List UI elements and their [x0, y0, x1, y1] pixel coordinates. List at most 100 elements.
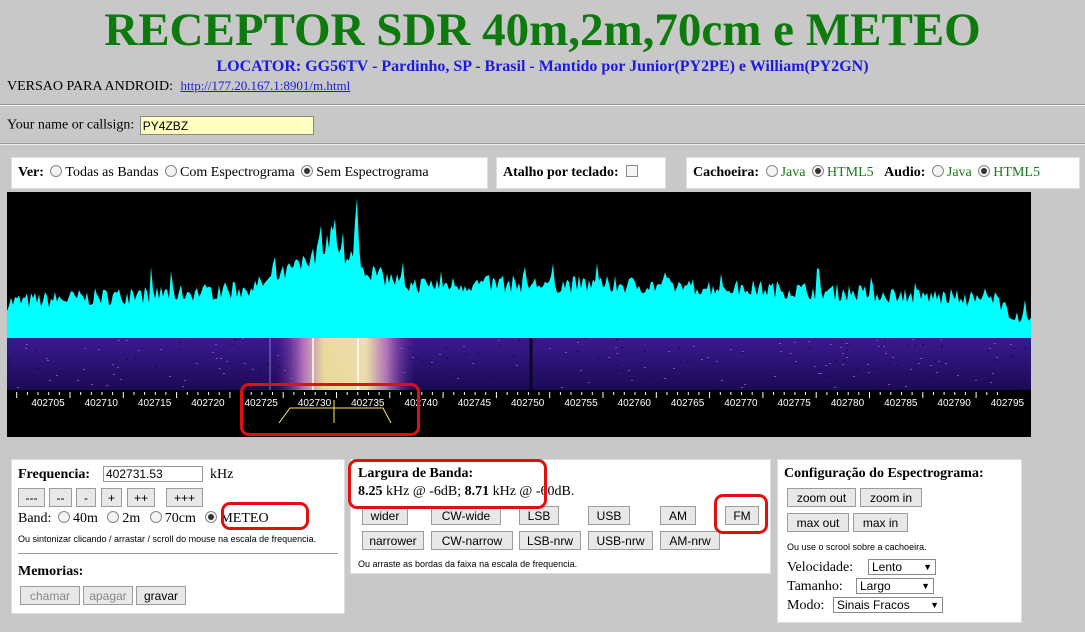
zoom-out-button[interactable]: zoom out [787, 488, 856, 507]
step-down-3-button[interactable]: --- [18, 488, 45, 507]
view-radio-with-spectrogram[interactable] [165, 165, 178, 177]
waterfall-pixel [868, 372, 870, 373]
waterfall-radio-java[interactable] [765, 165, 778, 177]
waterfall-pixel [477, 353, 479, 354]
waterfall-pixel [681, 381, 683, 382]
chevron-down-icon: ▼ [921, 581, 930, 591]
waterfall-pixel [873, 383, 875, 384]
waterfall-radio-html5[interactable] [811, 165, 824, 177]
waterfall-pixel [196, 363, 198, 364]
scale-label: 402770 [724, 398, 758, 409]
band-radio-2m[interactable] [107, 511, 120, 523]
waterfall-option-html5: HTML5 [826, 165, 874, 180]
band-radio-meteo[interactable] [205, 511, 218, 523]
waterfall-pixel [951, 378, 953, 379]
max-out-button[interactable]: max out [787, 513, 849, 532]
waterfall-pixel [212, 352, 214, 353]
mode-am-nrw-button[interactable]: AM-nrw [660, 531, 720, 550]
scale-label: 402720 [191, 398, 225, 409]
zoom-in-button[interactable]: zoom in [860, 488, 922, 507]
waterfall-pixel [588, 382, 590, 383]
frequency-hint: Ou sintonizar clicando / arrastar / scro… [18, 534, 317, 544]
waterfall-pixel [120, 379, 122, 380]
waterfall-pixel [735, 379, 737, 380]
waterfall-pixel [216, 358, 218, 359]
waterfall-pixel [874, 368, 876, 369]
waterfall-pixel [846, 350, 848, 351]
mode-usb-button[interactable]: USB [588, 506, 630, 525]
scale-label: 402745 [458, 398, 492, 409]
mode-select[interactable]: Sinais Fracos ▼ [833, 597, 943, 613]
waterfall-pixel [835, 360, 837, 361]
band-radio-70cm[interactable] [149, 511, 162, 523]
view-radio-no-spectrogram[interactable] [301, 165, 314, 177]
shortcut-label: Atalho por teclado: [503, 165, 619, 180]
mode-value: Sinais Fracos [837, 598, 910, 612]
speed-select[interactable]: Lento ▼ [868, 559, 936, 575]
mode-narrower-button[interactable]: narrower [362, 531, 424, 550]
waterfall-pixel [138, 350, 140, 351]
audio-radio-java[interactable] [931, 165, 944, 177]
waterfall-pixel [989, 348, 991, 349]
waterfall-pixel [795, 361, 797, 362]
waterfall-pixel [117, 367, 119, 368]
mode-am-button[interactable]: AM [660, 506, 696, 525]
mode-lsb-nrw-button[interactable]: LSB-nrw [519, 531, 581, 550]
waterfall-pixel [808, 341, 810, 342]
spectrum-display[interactable]: 402705 402710 402715 402720 402725 402730 4027… [7, 192, 1031, 437]
band-radio-40m[interactable] [57, 511, 70, 523]
android-link[interactable]: http://177.20.167.1:8901/m.html [180, 78, 350, 93]
memory-call-button[interactable]: chamar [20, 586, 80, 605]
mode-usb-nrw-button[interactable]: USB-nrw [588, 531, 653, 550]
waterfall-pixel [134, 358, 136, 359]
waterfall-area[interactable] [7, 338, 1031, 390]
waterfall-pixel [780, 351, 782, 352]
waterfall-pixel [577, 351, 579, 352]
mode-cw-narrow-button[interactable]: CW-narrow [431, 531, 513, 550]
waterfall-pixel [106, 385, 108, 386]
waterfall-pixel [462, 387, 464, 388]
waterfall-pixel [992, 373, 994, 374]
scale-label: 402780 [831, 398, 865, 409]
frequency-unit: kHz [210, 467, 234, 482]
waterfall-pixel [516, 365, 518, 366]
waterfall-pixel [1010, 374, 1012, 375]
chevron-down-icon: ▼ [930, 600, 939, 610]
spectrogram-config-label: Configuração do Espectrograma: [784, 466, 984, 481]
waterfall-pixel [498, 340, 500, 341]
locator-text: LOCATOR: GG56TV - Pardinho, SP - Brasil … [216, 58, 869, 75]
callsign-input[interactable] [139, 116, 314, 135]
waterfall-pixel [846, 343, 848, 344]
waterfall-pixel [663, 379, 665, 380]
waterfall-pixel [914, 345, 916, 346]
waterfall-pixel [742, 351, 744, 352]
audio-radio-html5[interactable] [978, 165, 991, 177]
view-radio-all[interactable] [50, 165, 63, 177]
spectrum-waterfall[interactable]: 402705 402710 402715 402720 402725 402730 4027… [7, 192, 1031, 437]
waterfall-pixel [597, 358, 599, 359]
size-select[interactable]: Largo ▼ [856, 578, 934, 594]
waterfall-pixel [169, 376, 171, 377]
waterfall-pixel [716, 384, 718, 385]
waterfall-pixel [465, 354, 467, 355]
waterfall-pixel [678, 347, 680, 348]
max-in-button[interactable]: max in [853, 513, 908, 532]
audio-option-java: Java [946, 165, 972, 180]
frequency-scale[interactable]: 402705 402710 402715 402720 402725 402730 4027… [16, 392, 1025, 409]
waterfall-pixel [673, 368, 675, 369]
shortcut-checkbox[interactable] [626, 165, 639, 177]
waterfall-pixel [118, 340, 120, 341]
waterfall-pixel [700, 363, 702, 364]
memory-save-button[interactable]: gravar [136, 586, 186, 605]
view-panel: Ver: Todas as Bandas Com Espectrograma S… [11, 157, 488, 189]
waterfall-pixel [885, 353, 887, 354]
frequency-input[interactable] [103, 466, 203, 482]
waterfall-pixel [641, 375, 643, 376]
step-up-1-button[interactable]: + [101, 488, 122, 507]
step-up-3-button[interactable]: +++ [166, 488, 203, 507]
memory-delete-button[interactable]: apagar [83, 586, 133, 605]
step-down-1-button[interactable]: - [76, 488, 96, 507]
step-down-2-button[interactable]: -- [49, 488, 72, 507]
speed-value: Lento [872, 560, 903, 574]
step-up-2-button[interactable]: ++ [127, 488, 155, 507]
